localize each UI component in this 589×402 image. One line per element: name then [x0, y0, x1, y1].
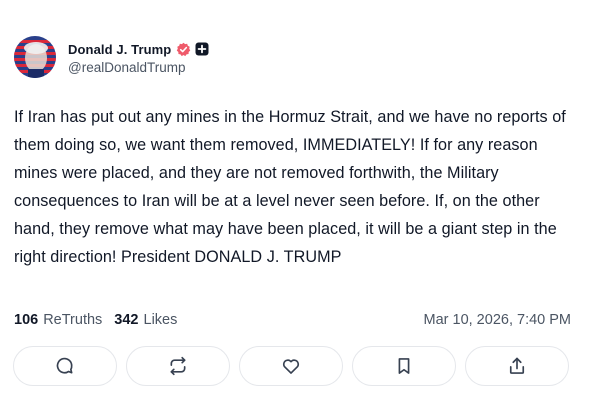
- reply-button[interactable]: [13, 346, 117, 386]
- likes-label[interactable]: Likes: [144, 312, 178, 328]
- author-names: Donald J. Trump @realDonaldTrump: [68, 39, 209, 75]
- author-handle[interactable]: @realDonaldTrump: [68, 60, 209, 75]
- post-header: Donald J. Trump @realDonaldTrump: [14, 36, 209, 78]
- share-button[interactable]: [465, 346, 569, 386]
- retruths-count[interactable]: 106: [14, 312, 38, 328]
- name-row: Donald J. Trump: [68, 39, 209, 59]
- likes-count[interactable]: 342: [114, 312, 138, 328]
- truth-post: Donald J. Trump @realDonaldTrump If Iran…: [0, 0, 589, 402]
- comment-icon: [56, 357, 73, 374]
- verified-badge-icon: [176, 42, 191, 57]
- post-stats: 106 ReTruths 342 Likes Mar 10, 2026, 7:4…: [14, 310, 571, 330]
- action-bar: [13, 346, 569, 386]
- bookmark-button[interactable]: [352, 346, 456, 386]
- share-icon: [509, 357, 525, 374]
- plus-badge-icon: [195, 42, 209, 56]
- post-timestamp[interactable]: Mar 10, 2026, 7:40 PM: [424, 312, 572, 328]
- display-name[interactable]: Donald J. Trump: [68, 42, 171, 57]
- like-button[interactable]: [239, 346, 343, 386]
- retruth-button[interactable]: [126, 346, 230, 386]
- bookmark-icon: [398, 358, 410, 374]
- post-text: If Iran has put out any mines in the Hor…: [14, 108, 566, 267]
- retruths-label[interactable]: ReTruths: [43, 312, 102, 328]
- repost-icon: [170, 356, 186, 376]
- avatar[interactable]: [14, 36, 56, 78]
- heart-icon: [282, 359, 300, 374]
